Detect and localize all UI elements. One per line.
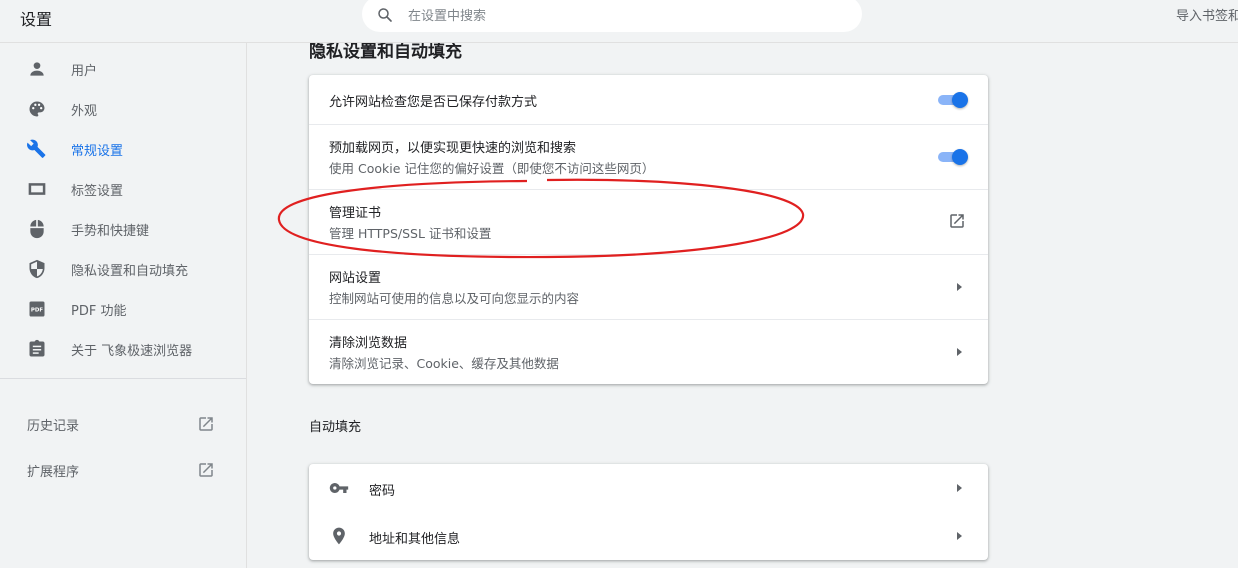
wrench-icon <box>27 139 46 158</box>
section-title-autofill: 自动填充 <box>309 420 362 435</box>
open-in-new-icon <box>199 463 213 477</box>
location-pin-icon <box>333 527 345 545</box>
sidebar-item-label: 隐私设置和自动填充 <box>71 264 189 279</box>
sidebar-item-general[interactable]: 常规设置 <box>0 131 246 167</box>
sidebar-item-tabs[interactable]: 标签设置 <box>0 171 246 207</box>
toggle-knob <box>952 92 968 108</box>
setting-title: 网站设置 <box>329 271 382 286</box>
sidebar-item-label: 常规设置 <box>71 144 124 159</box>
setting-row-preload[interactable]: 预加载网页，以便实现更快速的浏览和搜索 使用 Cookie 记住您的偏好设置（即… <box>309 124 988 189</box>
sidebar-item-pdf[interactable]: PDF PDF 功能 <box>0 291 246 327</box>
setting-row-manage-certificates[interactable]: 管理证书 管理 HTTPS/SSL 证书和设置 <box>309 189 988 254</box>
privacy-card: 允许网站检查您是否已保存付款方式 预加载网页，以便实现更快速的浏览和搜索 使用 … <box>309 75 988 384</box>
sidebar-item-about[interactable]: 关于 飞象极速浏览器 <box>0 331 246 367</box>
key-icon <box>329 483 349 493</box>
setting-title: 允许网站检查您是否已保存付款方式 <box>329 95 538 110</box>
setting-subtitle: 清除浏览记录、Cookie、缓存及其他数据 <box>329 356 559 371</box>
arrow-right-icon[interactable] <box>954 482 964 494</box>
setting-title: 管理证书 <box>329 206 382 221</box>
setting-title: 预加载网页，以便实现更快速的浏览和搜索 <box>329 141 577 156</box>
setting-subtitle: 管理 HTTPS/SSL 证书和设置 <box>329 226 492 241</box>
sidebar: 用户 外观 常规设置 标签设置 手势和快捷键 隐私设置和自动填充 PDF PDF… <box>0 43 246 568</box>
shield-icon <box>29 259 45 279</box>
open-in-new-icon <box>199 417 213 431</box>
sidebar-item-label: 外观 <box>71 104 98 119</box>
section-title-privacy: 隐私设置和自动填充 <box>309 43 462 62</box>
sidebar-item-appearance[interactable]: 外观 <box>0 91 246 127</box>
svg-text:PDF: PDF <box>31 308 43 314</box>
sidebar-item-gestures[interactable]: 手势和快捷键 <box>0 211 246 247</box>
clipboard-icon <box>29 339 45 357</box>
import-bookmarks-link[interactable]: 导入书签和 <box>1176 5 1238 24</box>
tab-icon <box>28 183 46 195</box>
sidebar-item-privacy[interactable]: 隐私设置和自动填充 <box>0 251 246 287</box>
autofill-row-passwords[interactable]: 密码 <box>309 464 988 512</box>
autofill-card: 密码 地址和其他信息 <box>309 464 988 560</box>
setting-subtitle: 使用 Cookie 记住您的偏好设置（即使您不访问这些网页） <box>329 161 655 176</box>
toggle-knob <box>952 149 968 165</box>
payment-check-toggle[interactable] <box>936 92 968 108</box>
autofill-label: 地址和其他信息 <box>369 532 461 547</box>
mouse-icon <box>30 219 44 239</box>
person-icon <box>30 62 44 76</box>
sidebar-item-label: 标签设置 <box>71 184 124 199</box>
main-content: 隐私设置和自动填充 允许网站检查您是否已保存付款方式 预加载网页，以便实现更快速… <box>247 43 1238 568</box>
arrow-right-icon[interactable] <box>954 530 964 542</box>
arrow-right-icon[interactable] <box>954 346 964 358</box>
search-icon <box>378 8 392 22</box>
top-bar: 设置 在设置中搜索 导入书签和 <box>0 0 1238 42</box>
setting-row-payment-check[interactable]: 允许网站检查您是否已保存付款方式 <box>309 75 988 124</box>
sidebar-item-label: PDF 功能 <box>71 304 127 319</box>
setting-title: 清除浏览数据 <box>329 336 408 351</box>
sidebar-link-label: 历史记录 <box>27 419 80 434</box>
pdf-icon: PDF <box>29 301 45 317</box>
arrow-right-icon[interactable] <box>954 281 964 293</box>
setting-subtitle: 控制网站可使用的信息以及可向您显示的内容 <box>329 291 580 306</box>
sidebar-item-label: 用户 <box>71 64 98 79</box>
sidebar-divider <box>0 378 246 379</box>
preload-toggle[interactable] <box>936 149 968 165</box>
sidebar-link-label: 扩展程序 <box>27 465 80 480</box>
autofill-row-addresses[interactable]: 地址和其他信息 <box>309 512 988 560</box>
sidebar-link-extensions[interactable]: 扩展程序 <box>0 452 246 488</box>
sidebar-item-users[interactable]: 用户 <box>0 51 246 87</box>
setting-row-site-settings[interactable]: 网站设置 控制网站可使用的信息以及可向您显示的内容 <box>309 254 988 319</box>
sidebar-item-label: 关于 飞象极速浏览器 <box>71 344 193 359</box>
search-box[interactable]: 在设置中搜索 <box>362 0 862 32</box>
app-title: 设置 <box>20 10 53 29</box>
autofill-label: 密码 <box>369 484 396 499</box>
palette-icon <box>29 101 45 117</box>
search-input[interactable]: 在设置中搜索 <box>408 5 486 24</box>
sidebar-item-label: 手势和快捷键 <box>71 224 150 239</box>
sidebar-link-history[interactable]: 历史记录 <box>0 406 246 442</box>
open-in-new-icon[interactable] <box>948 212 966 230</box>
setting-row-clear-browsing-data[interactable]: 清除浏览数据 清除浏览记录、Cookie、缓存及其他数据 <box>309 319 988 384</box>
